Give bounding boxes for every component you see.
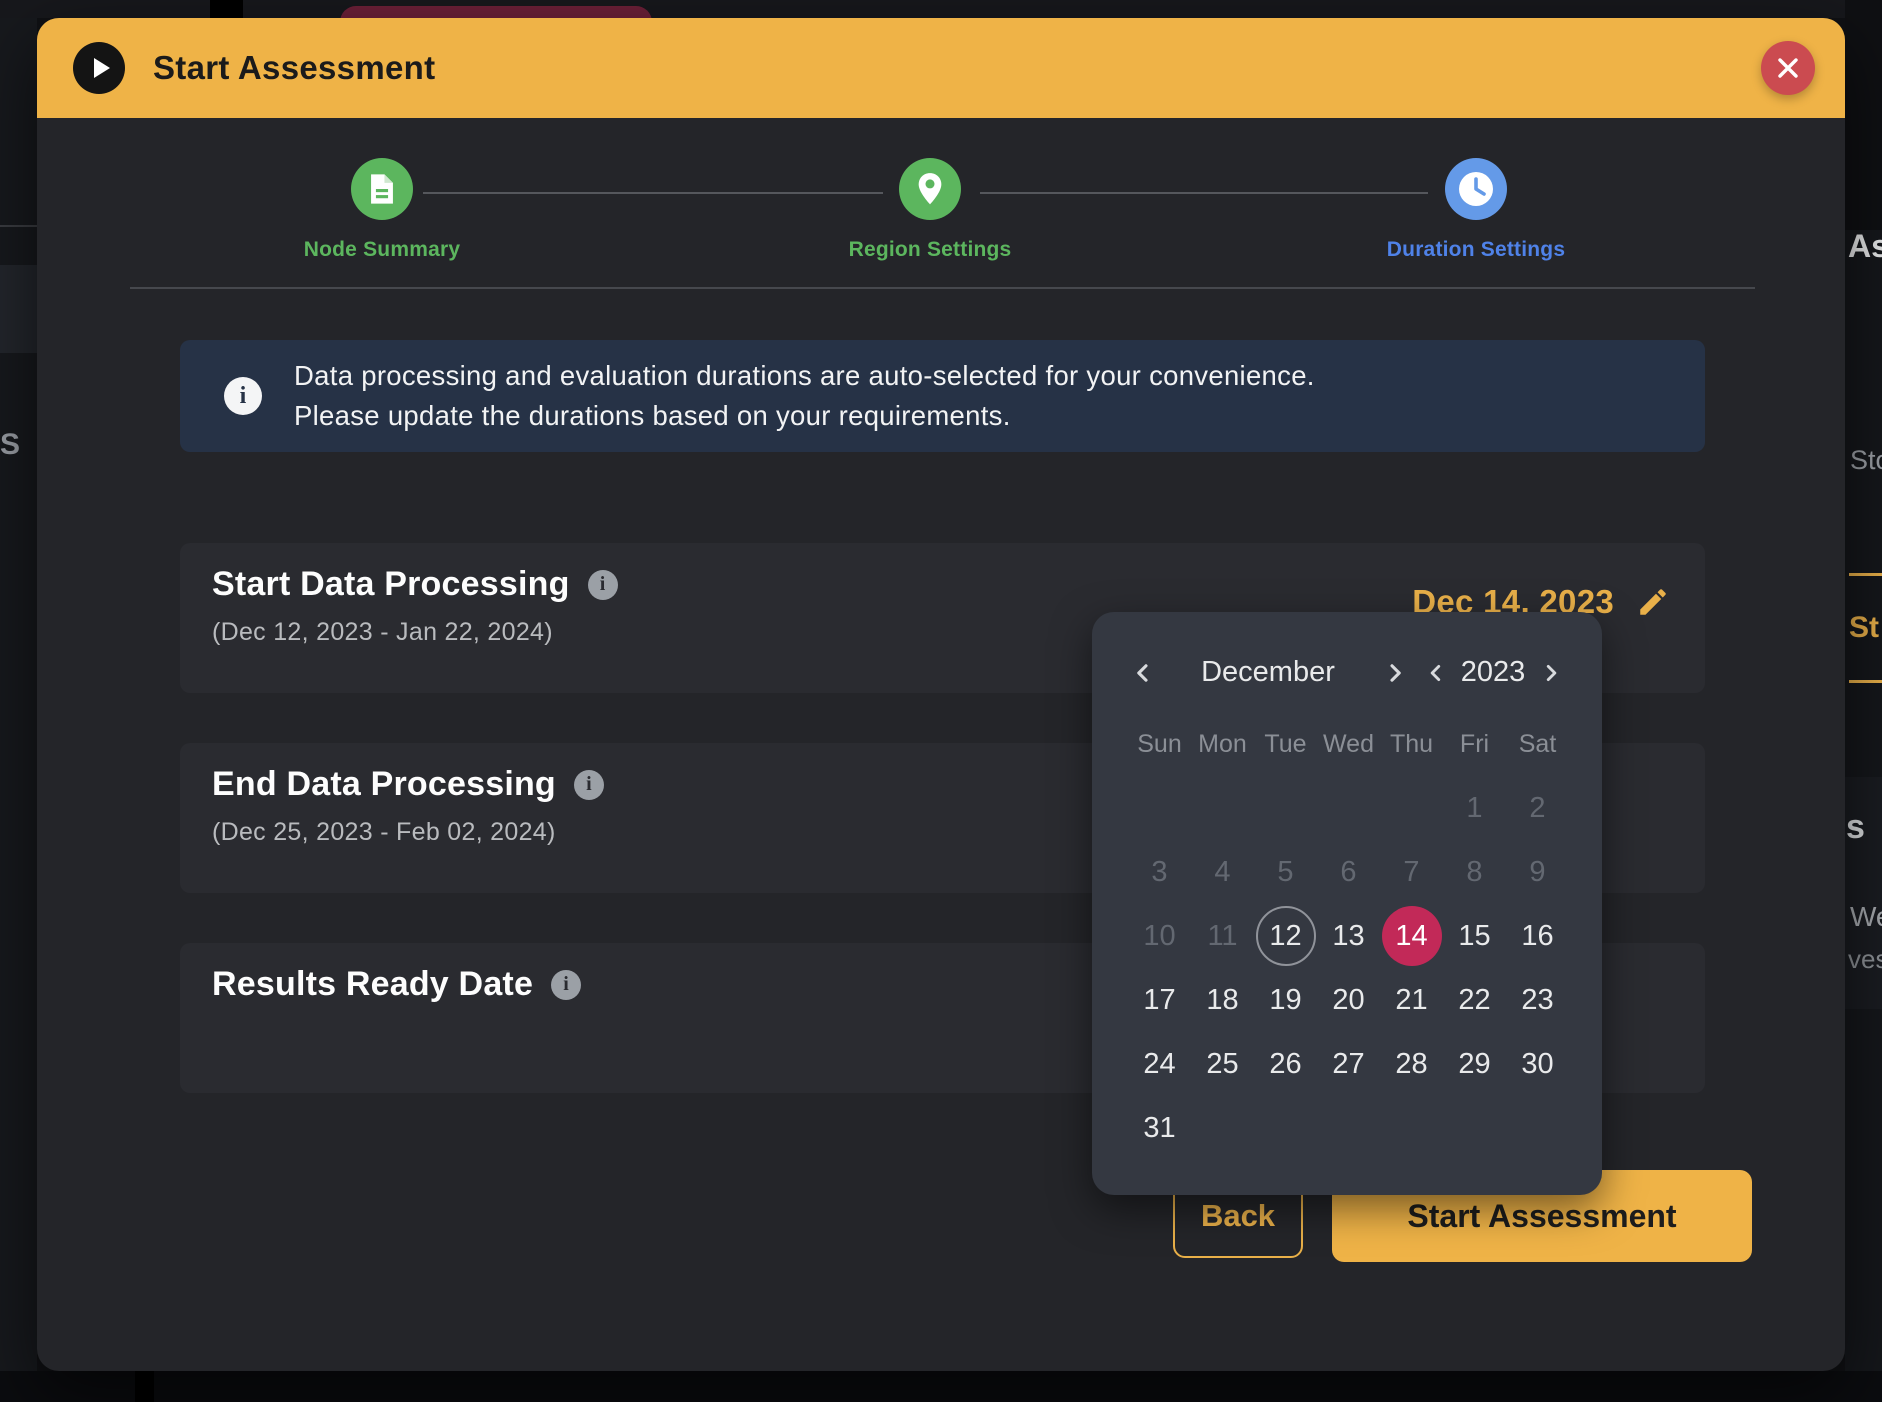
- background-bottom-strip: [0, 1371, 1882, 1402]
- info-banner-line2: Please update the durations based on you…: [294, 396, 1315, 436]
- calendar-day-23[interactable]: 23: [1508, 970, 1568, 1030]
- calendar-day-27[interactable]: 27: [1319, 1034, 1379, 1094]
- info-banner-text: Data processing and evaluation durations…: [294, 356, 1315, 436]
- info-icon[interactable]: i: [551, 970, 581, 1000]
- step-label-node-summary[interactable]: Node Summary: [202, 238, 562, 262]
- calendar-day-29[interactable]: 29: [1445, 1034, 1505, 1094]
- calendar-day-4: 4: [1193, 842, 1253, 902]
- calendar-day-21[interactable]: 21: [1382, 970, 1442, 1030]
- background-label-fragment: Sto: [1850, 445, 1882, 476]
- stepper-connector-2: [980, 192, 1428, 194]
- calendar-empty-cell: [1254, 776, 1317, 840]
- location-pin-icon: [916, 172, 944, 206]
- background-bold-fragment: s: [1846, 808, 1865, 847]
- background-text-fragment-1: We: [1850, 901, 1882, 933]
- calendar-day-22[interactable]: 22: [1445, 970, 1505, 1030]
- background-left-letter: S: [0, 428, 20, 462]
- weekday-label-sun: Sun: [1128, 730, 1191, 759]
- calendar-year-label: 2023: [1452, 656, 1534, 689]
- calendar-day-9: 9: [1508, 842, 1568, 902]
- calendar-day-7: 7: [1382, 842, 1442, 902]
- stepper-divider: [130, 287, 1755, 289]
- next-month-chevron-icon[interactable]: [1382, 660, 1408, 686]
- edit-pencil-icon[interactable]: [1636, 585, 1670, 619]
- calendar-day-19[interactable]: 19: [1256, 970, 1316, 1030]
- end-data-processing-title: End Data Processing: [212, 765, 556, 804]
- info-banner: i Data processing and evaluation duratio…: [180, 340, 1705, 452]
- document-icon: [367, 172, 397, 206]
- previous-month-chevron-icon[interactable]: [1130, 660, 1156, 686]
- weekday-label-sat: Sat: [1506, 730, 1569, 759]
- calendar-day-14[interactable]: 14: [1382, 906, 1442, 966]
- calendar-day-3: 3: [1130, 842, 1190, 902]
- weekday-label-mon: Mon: [1191, 730, 1254, 759]
- weekday-label-tue: Tue: [1254, 730, 1317, 759]
- calendar-day-28[interactable]: 28: [1382, 1034, 1442, 1094]
- start-assessment-modal: Start Assessment Node Summary Region Set…: [37, 18, 1845, 1371]
- previous-year-chevron-icon[interactable]: [1423, 660, 1449, 686]
- modal-title: Start Assessment: [153, 49, 435, 87]
- background-right-top: [1845, 0, 1882, 230]
- calendar-day-10: 10: [1130, 906, 1190, 966]
- stepper-connector-1: [423, 192, 883, 194]
- calendar-empty-cell: [1128, 776, 1191, 840]
- info-banner-line1: Data processing and evaluation durations…: [294, 356, 1315, 396]
- calendar-day-8: 8: [1445, 842, 1505, 902]
- step-node-summary[interactable]: [351, 158, 413, 220]
- step-region-settings[interactable]: [899, 158, 961, 220]
- calendar-day-2: 2: [1508, 778, 1568, 838]
- weekday-label-thu: Thu: [1380, 730, 1443, 759]
- start-data-processing-title: Start Data Processing: [212, 565, 570, 604]
- background-black-square: [210, 0, 243, 18]
- date-picker-popup: December 2023 SunMonTueWedThuFriSat 1234…: [1092, 612, 1602, 1195]
- calendar-day-25[interactable]: 25: [1193, 1034, 1253, 1094]
- background-top-strip: [0, 0, 1882, 18]
- calendar-day-16[interactable]: 16: [1508, 906, 1568, 966]
- clock-icon: [1457, 170, 1495, 208]
- info-icon: i: [224, 377, 262, 415]
- step-label-duration-settings[interactable]: Duration Settings: [1296, 238, 1656, 262]
- calendar-empty-cell: [1191, 776, 1254, 840]
- background-bottom-square: [135, 1371, 154, 1402]
- weekday-label-wed: Wed: [1317, 730, 1380, 759]
- info-icon[interactable]: i: [588, 570, 618, 600]
- calendar-month-label: December: [1158, 656, 1378, 689]
- close-icon: [1775, 55, 1801, 81]
- background-left-divider: [0, 225, 37, 227]
- calendar-day-5: 5: [1256, 842, 1316, 902]
- calendar-day-31[interactable]: 31: [1130, 1098, 1190, 1158]
- close-button[interactable]: [1761, 41, 1815, 95]
- weekday-row: SunMonTueWedThuFriSat: [1128, 730, 1569, 759]
- modal-header: Start Assessment: [37, 18, 1845, 118]
- background-heading-fragment: Ass: [1848, 228, 1882, 265]
- next-year-chevron-icon[interactable]: [1538, 660, 1564, 686]
- calendar-day-17[interactable]: 17: [1130, 970, 1190, 1030]
- calendar-day-1: 1: [1445, 778, 1505, 838]
- calendar-day-12[interactable]: 12: [1256, 906, 1316, 966]
- background-text-fragment-2: ves: [1848, 944, 1882, 975]
- results-ready-date-title: Results Ready Date: [212, 965, 533, 1004]
- calendar-day-20[interactable]: 20: [1319, 970, 1379, 1030]
- calendar-day-6: 6: [1319, 842, 1379, 902]
- background-button-fragment-label: St: [1849, 611, 1879, 645]
- calendar-day-24[interactable]: 24: [1130, 1034, 1190, 1094]
- calendar-empty-cell: [1317, 776, 1380, 840]
- step-label-region-settings[interactable]: Region Settings: [750, 238, 1110, 262]
- weekday-label-fri: Fri: [1443, 730, 1506, 759]
- background-left-panel: [0, 265, 37, 353]
- info-icon[interactable]: i: [574, 770, 604, 800]
- calendar-day-18[interactable]: 18: [1193, 970, 1253, 1030]
- calendar-day-11: 11: [1193, 906, 1253, 966]
- calendar-day-26[interactable]: 26: [1256, 1034, 1316, 1094]
- calendar-day-30[interactable]: 30: [1508, 1034, 1568, 1094]
- calendar-empty-cell: [1380, 776, 1443, 840]
- calendar-day-13[interactable]: 13: [1319, 906, 1379, 966]
- play-icon: [73, 42, 125, 94]
- background-button-fragment: St: [1849, 573, 1882, 683]
- calendar-day-15[interactable]: 15: [1445, 906, 1505, 966]
- calendar-grid: 1234567891011121314151617181920212223242…: [1128, 776, 1569, 1160]
- step-duration-settings[interactable]: [1445, 158, 1507, 220]
